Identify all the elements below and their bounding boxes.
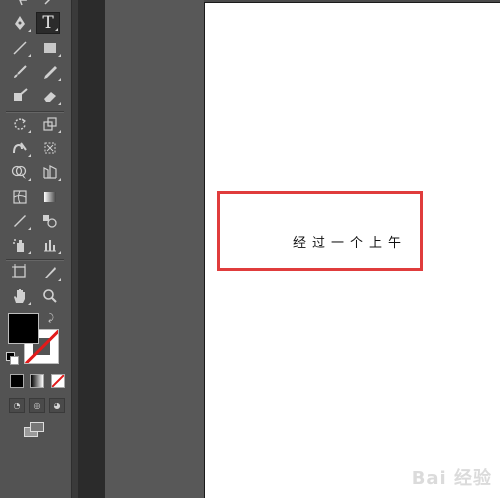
eraser-icon[interactable]	[38, 85, 62, 107]
toolbar-separator	[6, 259, 64, 260]
draw-behind-icon[interactable]: ◎	[29, 398, 45, 413]
blend-icon[interactable]	[38, 210, 62, 232]
fill-color-swatch[interactable]	[8, 313, 39, 344]
warp-icon[interactable]	[8, 137, 32, 159]
watermark: Bai 经验	[412, 464, 492, 490]
line-segment-icon[interactable]	[8, 37, 32, 59]
rectangle-icon[interactable]	[38, 37, 62, 59]
paintbrush-icon[interactable]	[8, 61, 32, 83]
scale-icon[interactable]	[38, 113, 62, 135]
hand-icon[interactable]	[8, 285, 32, 307]
slice-icon[interactable]	[38, 261, 62, 283]
mesh-icon[interactable]	[8, 186, 32, 208]
blob-brush-icon[interactable]	[8, 85, 32, 107]
watermark-text: Bai 经验	[411, 468, 492, 489]
panel-edge	[72, 0, 78, 498]
pasteboard	[105, 0, 204, 498]
eyedropper-icon[interactable]	[8, 210, 32, 232]
screen-mode-icon[interactable]	[24, 422, 46, 438]
color-mode-button[interactable]	[10, 374, 24, 388]
shape-builder-icon[interactable]	[8, 161, 32, 183]
draw-normal-icon[interactable]: ◔	[9, 398, 25, 413]
gradient-icon[interactable]	[38, 186, 62, 208]
pen-icon[interactable]	[8, 12, 32, 34]
zoom-icon[interactable]	[38, 285, 62, 307]
free-transform-icon[interactable]	[38, 137, 62, 159]
none-mode-button[interactable]	[51, 374, 65, 388]
draw-inside-icon[interactable]: ◕	[49, 398, 65, 413]
column-graph-icon[interactable]	[38, 234, 62, 256]
artboard-icon[interactable]	[8, 261, 32, 283]
tools-panel: T ⤸ ◔ ◎ ◕	[0, 0, 72, 498]
symbol-sprayer-icon[interactable]	[8, 234, 32, 256]
direct-selection-icon[interactable]	[8, 0, 32, 10]
type-icon[interactable]: T	[36, 12, 60, 34]
gradient-mode-button[interactable]	[30, 374, 44, 388]
highlight-box	[217, 191, 423, 271]
canvas-text[interactable]: 经过一个上午	[293, 232, 407, 251]
rotate-icon[interactable]	[8, 113, 32, 135]
perspective-grid-icon[interactable]	[38, 161, 62, 183]
default-fill-stroke-icon[interactable]	[6, 352, 19, 365]
toolbar-separator	[6, 111, 64, 112]
pencil-icon[interactable]	[38, 61, 62, 83]
swap-fill-stroke-icon[interactable]: ⤸	[48, 313, 54, 324]
magic-wand-icon[interactable]	[38, 0, 62, 10]
